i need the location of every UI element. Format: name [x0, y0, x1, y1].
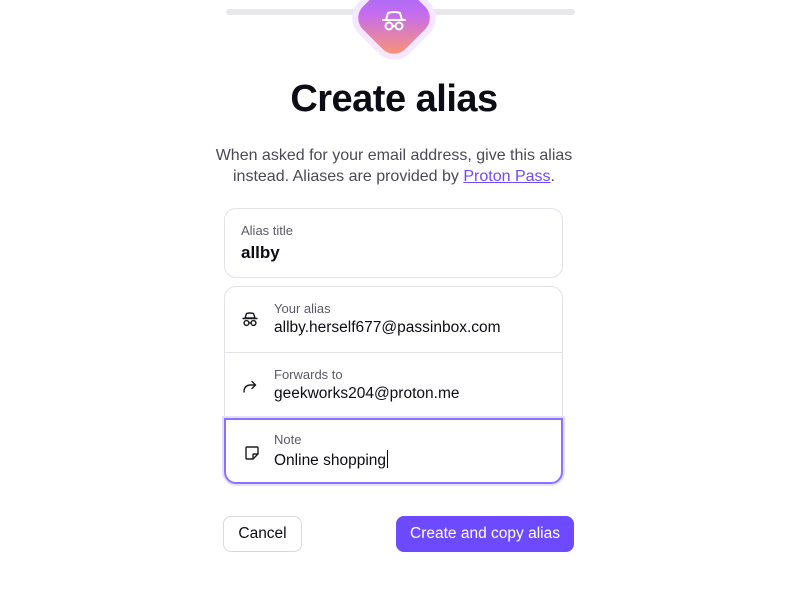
text-cursor — [387, 450, 389, 468]
description-end: . — [550, 168, 555, 185]
note-icon — [245, 446, 259, 460]
proton-pass-link[interactable]: Proton Pass — [463, 168, 550, 185]
note-row[interactable]: Note Online shopping — [224, 418, 563, 484]
alias-fields-card: Your alias allby.herself677@passinbox.co… — [224, 286, 563, 484]
note-label: Note — [274, 432, 302, 447]
forwards-to-row[interactable]: Forwards to geekworks204@proton.me — [225, 353, 562, 418]
your-alias-row[interactable]: Your alias allby.herself677@passinbox.co… — [225, 287, 562, 353]
alias-title-input[interactable]: allby — [241, 243, 280, 263]
alias-title-label: Alias title — [241, 223, 294, 238]
note-value: Online shopping — [274, 452, 387, 469]
create-alias-dialog: Create alias When asked for your email a… — [0, 0, 800, 600]
forwards-to-label: Forwards to — [274, 367, 343, 382]
note-input[interactable]: Online shopping — [274, 450, 389, 470]
page-description: When asked for your email address, give … — [210, 145, 578, 187]
forwards-to-value[interactable]: geekworks204@proton.me — [274, 385, 459, 403]
incognito-icon — [242, 312, 258, 327]
incognito-logo-icon — [382, 11, 406, 31]
your-alias-value[interactable]: allby.herself677@passinbox.com — [274, 319, 501, 337]
your-alias-label: Your alias — [274, 301, 331, 316]
page-title: Create alias — [290, 78, 498, 120]
create-and-copy-alias-button[interactable]: Create and copy alias — [396, 516, 574, 552]
alias-title-card[interactable]: Alias title allby — [224, 208, 563, 278]
forward-arrow-icon — [243, 380, 257, 393]
cancel-button[interactable]: Cancel — [223, 516, 302, 552]
